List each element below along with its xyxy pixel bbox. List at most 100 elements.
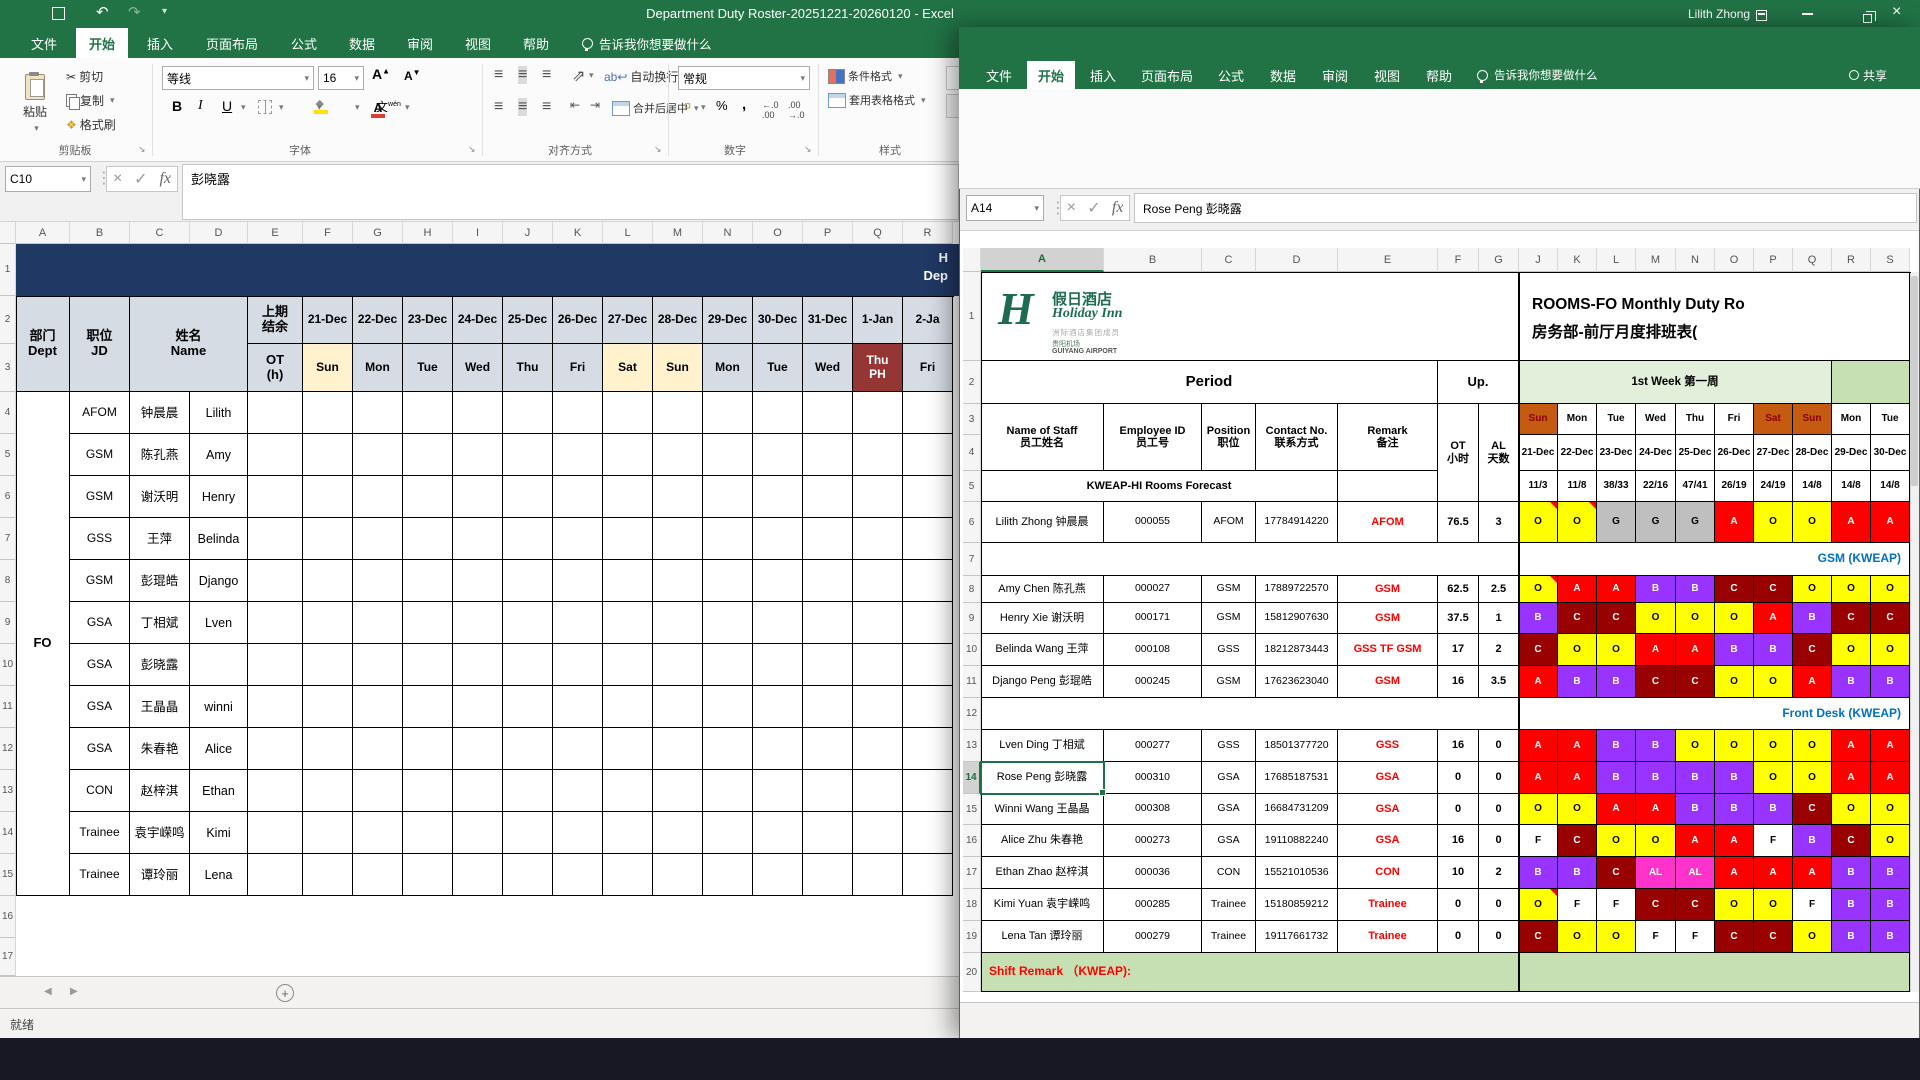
shift-cell-A[interactable]: A [1519,730,1558,762]
shift-cell-O[interactable]: O [1597,634,1636,666]
shift-cell-C[interactable]: C [1793,634,1832,666]
staff-ot-cell[interactable]: 0 [1438,921,1479,953]
shift-cell-A[interactable]: A [1676,634,1715,666]
column-header-E[interactable]: E [1338,248,1438,272]
shift-cell-A[interactable]: A [1597,794,1636,825]
row-header-1[interactable]: 1 [963,272,981,361]
staff-contact-cell[interactable]: 19117661732 [1256,921,1338,953]
shift-cell-A[interactable]: A [1558,762,1597,794]
shift-cell-AL[interactable]: AL [1676,857,1715,889]
staff-ot-cell[interactable]: 37.5 [1438,603,1479,634]
staff-pos-cell[interactable]: GSS [1202,730,1256,762]
shift-cell-B[interactable]: B [1676,794,1715,825]
shift-cell-C[interactable]: C [1832,603,1871,634]
shift-cell-C[interactable]: C [1754,921,1793,953]
week1-band[interactable]: 1st Week 第一周 [1519,361,1832,404]
column-header-K[interactable]: K [1558,248,1597,272]
staff-id-cell[interactable]: 000273 [1104,825,1202,857]
date-header[interactable]: 29-Dec [1832,435,1871,471]
shift-cell-C[interactable]: C [1636,666,1676,698]
staff-ot-cell[interactable]: 16 [1438,825,1479,857]
shift-cell-O[interactable]: O [1871,794,1910,825]
forecast-cell[interactable]: 11/3 [1519,471,1558,502]
staff-contact-cell[interactable]: 19110882240 [1256,825,1338,857]
shift-cell-A[interactable]: A [1871,762,1910,794]
staff-id-cell[interactable]: 000310 [1104,762,1202,794]
day-name-header[interactable]: Sun [1793,404,1832,435]
staff-pos-cell[interactable]: GSA [1202,794,1256,825]
shift-cell-AL[interactable]: AL [1636,857,1676,889]
date-header[interactable]: 26-Dec [1715,435,1754,471]
row-header-2[interactable]: 2 [963,361,981,404]
shift-cell-O[interactable]: O [1676,603,1715,634]
up-cell[interactable]: Up. [1438,361,1519,404]
staff-remark-cell[interactable]: GSS [1338,730,1438,762]
column-header-A[interactable]: A [981,248,1104,272]
staff-remark-cell[interactable]: GSA [1338,794,1438,825]
shift-cell-A[interactable]: A [1676,825,1715,857]
staff-al-cell[interactable]: 2 [1479,857,1519,889]
shift-cell-O[interactable]: O [1871,634,1910,666]
select-all-corner[interactable] [963,248,981,272]
header-position[interactable]: Position 职位 [1202,404,1256,471]
column-header-F[interactable]: F [1438,248,1479,272]
forecast-cell[interactable]: 14/8 [1793,471,1832,502]
shift-cell-A[interactable]: A [1519,762,1558,794]
staff-ot-cell[interactable]: 17 [1438,634,1479,666]
shift-cell-F[interactable]: F [1676,921,1715,953]
staff-id-cell[interactable]: 000055 [1104,502,1202,543]
day-name-header[interactable]: Tue [1597,404,1636,435]
staff-name-cell[interactable]: Lilith Zhong 钟晨晨 [981,502,1104,543]
staff-contact-cell[interactable]: 18501377720 [1256,730,1338,762]
row-header-16[interactable]: 16 [963,825,981,857]
shift-cell-O[interactable]: O [1793,730,1832,762]
shift-cell-O[interactable]: O [1519,794,1558,825]
shift-cell-F[interactable]: F [1636,921,1676,953]
shift-cell-O[interactable]: O [1832,576,1871,603]
staff-name-cell[interactable]: Lven Ding 丁相斌 [981,730,1104,762]
shift-cell-O[interactable]: O [1754,889,1793,921]
forecast-cell[interactable]: 14/8 [1871,471,1910,502]
shift-cell-B[interactable]: B [1871,921,1910,953]
column-header-Q[interactable]: Q [1793,248,1832,272]
column-header-C[interactable]: C [1202,248,1256,272]
row-header-15[interactable]: 15 [963,794,981,825]
staff-ot-cell[interactable]: 0 [1438,794,1479,825]
shift-cell-B[interactable]: B [1793,603,1832,634]
shift-cell-B[interactable]: B [1871,857,1910,889]
shift-cell-O[interactable]: O [1754,730,1793,762]
date-header[interactable]: 21-Dec [1519,435,1558,471]
shift-cell-O[interactable]: O [1636,603,1676,634]
staff-name-cell[interactable]: Winni Wang 王晶晶 [981,794,1104,825]
shift-cell-A[interactable]: A [1519,666,1558,698]
staff-remark-cell[interactable]: GSA [1338,825,1438,857]
staff-al-cell[interactable]: 0 [1479,825,1519,857]
shift-cell-O[interactable]: O [1676,730,1715,762]
forecast-label-cell[interactable]: KWEAP-HI Rooms Forecast [981,471,1338,502]
staff-pos-cell[interactable]: Trainee [1202,889,1256,921]
shift-cell-C[interactable]: C [1754,576,1793,603]
column-header-D[interactable]: D [1256,248,1338,272]
row-header-20[interactable]: 20 [963,953,981,992]
shift-cell-C[interactable]: C [1597,857,1636,889]
staff-contact-cell[interactable]: 15521010536 [1256,857,1338,889]
date-header[interactable]: 30-Dec [1871,435,1910,471]
shift-cell-A[interactable]: A [1832,762,1871,794]
shift-cell-O[interactable]: O [1715,889,1754,921]
column-header-J[interactable]: J [1519,248,1558,272]
shift-cell-B[interactable]: B [1832,666,1871,698]
shift-cell-O[interactable]: O [1754,502,1793,543]
shift-cell-A[interactable]: A [1832,502,1871,543]
row-header-3[interactable]: 3 [963,404,981,435]
shift-cell-B[interactable]: B [1636,576,1676,603]
shift-cell-O[interactable]: O [1754,762,1793,794]
forecast-cell[interactable]: 24/19 [1754,471,1793,502]
shift-cell-B[interactable]: B [1558,857,1597,889]
shift-cell-F[interactable]: F [1597,889,1636,921]
header-name-of-staff[interactable]: Name of Staff 员工姓名 [981,404,1104,471]
week2-band[interactable] [1832,361,1910,404]
day-name-header[interactable]: Wed [1636,404,1676,435]
day-name-header[interactable]: Sat [1754,404,1793,435]
row-header-13[interactable]: 13 [963,730,981,762]
shift-cell-O[interactable]: O [1793,762,1832,794]
